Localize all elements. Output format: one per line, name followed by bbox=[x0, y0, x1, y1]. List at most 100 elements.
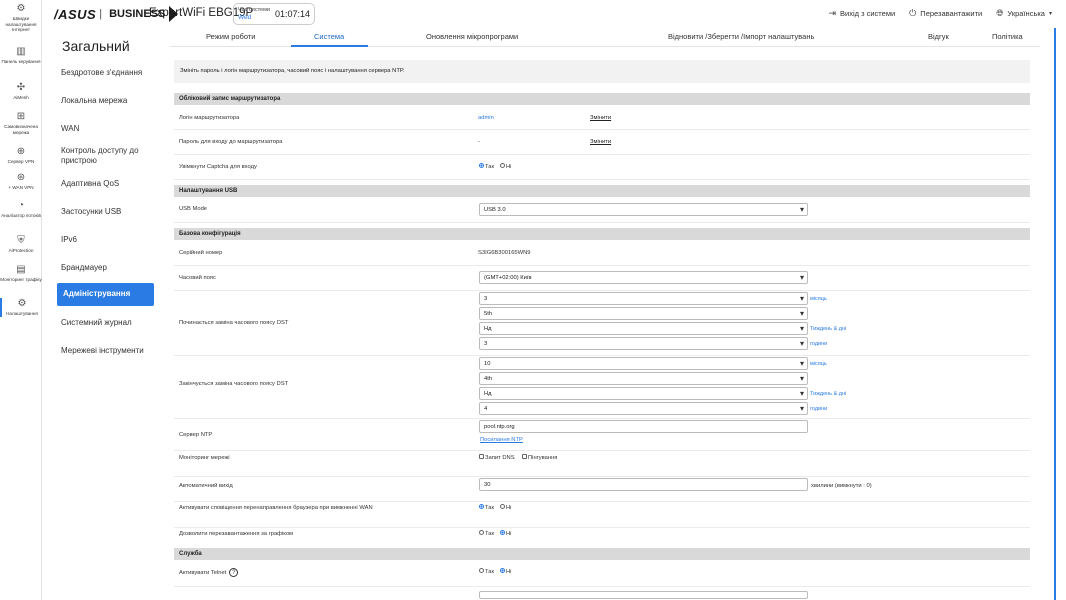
rail-item-traffic-analyzer[interactable]: ◔ Аналізатор потоків bbox=[0, 200, 42, 219]
dst-start-week-select[interactable]: 5th bbox=[479, 307, 808, 320]
radio-yes-label: Так bbox=[485, 569, 495, 576]
menu-item-device-access-control[interactable]: Контроль доступу до пристрою bbox=[61, 146, 154, 166]
checkbox-icon bbox=[479, 454, 484, 459]
dst-start-hour-select[interactable]: 3 bbox=[479, 337, 808, 350]
self-defined-network-icon: ⊞ bbox=[16, 111, 26, 122]
timezone-label: Часовий пояс bbox=[179, 275, 216, 281]
rail-item-wan-vpn[interactable]: ⊛ + WAN VPN bbox=[0, 172, 42, 191]
usb-mode-select[interactable]: USB 3.0 bbox=[479, 203, 808, 216]
ntp-server-input[interactable]: pool.ntp.org bbox=[479, 420, 808, 433]
help-icon[interactable]: ? bbox=[229, 568, 239, 577]
telnet-no-radio[interactable]: Ні bbox=[500, 568, 512, 576]
logout-label: Вихід з системи bbox=[840, 9, 896, 18]
rail-label: Швидке налаштування Інтернет bbox=[5, 16, 37, 32]
menu-item-usb-apps[interactable]: Застосунки USB bbox=[61, 207, 154, 217]
radio-selected-icon bbox=[479, 504, 484, 509]
radio-selected-icon bbox=[479, 163, 484, 168]
ntp-link[interactable]: Посилання NTP bbox=[480, 437, 523, 443]
dst-end-hour-select[interactable]: 4 bbox=[479, 402, 808, 415]
dst-start-month-select[interactable]: 3 bbox=[479, 292, 808, 305]
menu-item-administration[interactable]: Адміністрування bbox=[57, 283, 154, 306]
radio-no-label: Ні bbox=[506, 569, 512, 576]
captcha-no-radio[interactable]: Ні bbox=[500, 163, 511, 170]
menu-item-system-log[interactable]: Системний журнал bbox=[61, 318, 154, 328]
rail-item-aiprotection[interactable]: ⛨ AiProtection bbox=[0, 235, 42, 254]
aiprotection-icon: ⛨ bbox=[17, 235, 25, 246]
rail-label: + WAN VPN bbox=[8, 185, 34, 190]
row-serial-number: Серійний номер S3IG6B300165WN9 bbox=[174, 242, 1030, 266]
dst-end-day-select[interactable]: Нд bbox=[479, 387, 808, 400]
rail-item-traffic-monitor[interactable]: ▤ Моніторинг трафіку bbox=[0, 264, 42, 283]
tab-restore-save-import[interactable]: Відновити /Зберегти /Імпорт налаштувань bbox=[668, 32, 814, 41]
redirect-yes-radio[interactable]: Так bbox=[479, 504, 494, 511]
language-label: Українська bbox=[1007, 9, 1045, 18]
tab-operation-mode[interactable]: Режим роботи bbox=[206, 32, 255, 41]
vertical-scrollbar[interactable] bbox=[1054, 28, 1056, 600]
rail-item-dashboard[interactable]: ▥ Панель керування bbox=[0, 46, 42, 65]
reboot-yes-radio[interactable]: Так bbox=[479, 530, 494, 537]
settings-menu: Загальний Бездротове з'єднання Локальна … bbox=[42, 28, 161, 600]
dst-end-weekday-unit: Тиждень & дні bbox=[810, 391, 847, 397]
menu-item-ipv6[interactable]: IPv6 bbox=[61, 235, 154, 245]
section-header-router-account: Обліковий запис маршрутизатора bbox=[174, 93, 1030, 105]
menu-item-wireless[interactable]: Бездротове з'єднання bbox=[61, 68, 154, 78]
section-header-service: Служба bbox=[174, 548, 1030, 560]
rail-label: Панель керування bbox=[1, 59, 41, 64]
radio-yes-label: Так bbox=[485, 164, 495, 171]
reboot-label: Перезавантажити bbox=[920, 9, 983, 18]
timezone-select[interactable]: (GMT+02:00) Київ bbox=[479, 271, 808, 284]
logout-button[interactable]: ⇥ Вихід з системи bbox=[828, 8, 895, 19]
active-tab-indicator bbox=[291, 45, 368, 47]
rail-item-aimesh[interactable]: ✣ AiMesh bbox=[0, 82, 42, 101]
menu-item-wan[interactable]: WAN bbox=[61, 124, 154, 134]
dns-query-checkbox[interactable]: Запит DNS bbox=[479, 454, 515, 461]
auto-logout-input[interactable]: 30 bbox=[479, 478, 808, 491]
rail-label: AiProtection bbox=[8, 248, 34, 253]
telnet-yes-radio[interactable]: Так bbox=[479, 568, 495, 576]
page-description: Змініть пароль і логін маршрутизатора, ч… bbox=[174, 60, 1030, 83]
radio-no-label: Ні bbox=[506, 505, 512, 512]
dst-end-month-select[interactable]: 10 bbox=[479, 357, 808, 370]
usb-mode-label: USB Mode bbox=[179, 206, 208, 212]
next-field-partial[interactable] bbox=[479, 591, 808, 599]
rail-label: Сервер VPN bbox=[7, 159, 35, 164]
reboot-button[interactable]: ⏻ Перезавантажити bbox=[909, 8, 982, 19]
radio-empty-icon bbox=[479, 530, 484, 535]
dst-end-week-select[interactable]: 4th bbox=[479, 372, 808, 385]
tab-firmware-upgrade[interactable]: Оновлення мікропрограми bbox=[426, 32, 518, 41]
system-time-day: Wed bbox=[238, 13, 252, 21]
redirect-no-radio[interactable]: Ні bbox=[500, 504, 512, 512]
tab-policy[interactable]: Політика bbox=[992, 32, 1023, 41]
rail-item-self-defined-network[interactable]: ⊞ Самовизначена мережа bbox=[0, 111, 42, 135]
tab-feedback[interactable]: Відгук bbox=[928, 32, 949, 41]
router-login-value: admin bbox=[478, 115, 494, 121]
menu-item-firewall[interactable]: Брандмауер bbox=[61, 263, 154, 273]
system-time-badge: Час системи Wed 01:07:14 bbox=[233, 3, 315, 25]
menu-item-lan[interactable]: Локальна мережа bbox=[61, 96, 154, 106]
settings-icon: ⚙ bbox=[17, 298, 27, 309]
telnet-label: Активувати Telnet bbox=[179, 570, 227, 576]
rail-item-vpn-server[interactable]: ⊕ Сервер VPN bbox=[0, 146, 42, 165]
traffic-monitor-icon: ▤ bbox=[16, 264, 26, 275]
dashboard-icon: ▥ bbox=[16, 46, 26, 57]
rail-item-quick-setup[interactable]: ⚙ Швидке налаштування Інтернет bbox=[0, 3, 42, 33]
ping-checkbox[interactable]: Пінгування bbox=[522, 454, 557, 461]
radio-no-label: Ні bbox=[506, 531, 512, 538]
row-ntp-server: Сервер NTP pool.ntp.org Посилання NTP bbox=[174, 420, 1030, 451]
menu-item-network-tools[interactable]: Мережеві інструменти bbox=[61, 346, 154, 356]
change-login-link[interactable]: Змінити bbox=[590, 115, 611, 121]
row-dst-end: Закінчується заміна часового поясу DST 1… bbox=[174, 357, 1030, 419]
router-login-label: Логін маршрутизатора bbox=[179, 115, 240, 121]
captcha-yes-radio[interactable]: Так bbox=[479, 163, 495, 171]
change-password-link[interactable]: Змінити bbox=[590, 139, 611, 145]
dst-start-day-select[interactable]: Нд bbox=[479, 322, 808, 335]
rail-label: AiMesh bbox=[13, 95, 29, 100]
tab-system[interactable]: Система bbox=[314, 32, 344, 41]
radio-selected-icon bbox=[500, 568, 505, 573]
reboot-no-radio[interactable]: Ні bbox=[500, 530, 512, 538]
rail-item-settings[interactable]: ⚙ Налаштування bbox=[0, 298, 42, 317]
language-select[interactable]: 🌐︎ Українська ▾ bbox=[996, 8, 1052, 19]
menu-item-adaptive-qos[interactable]: Адаптивна QoS bbox=[61, 179, 154, 189]
row-dst-start: Починається заміна часового поясу DST 3 … bbox=[174, 292, 1030, 356]
auto-logout-label: Автоматичний вихід bbox=[179, 483, 233, 489]
